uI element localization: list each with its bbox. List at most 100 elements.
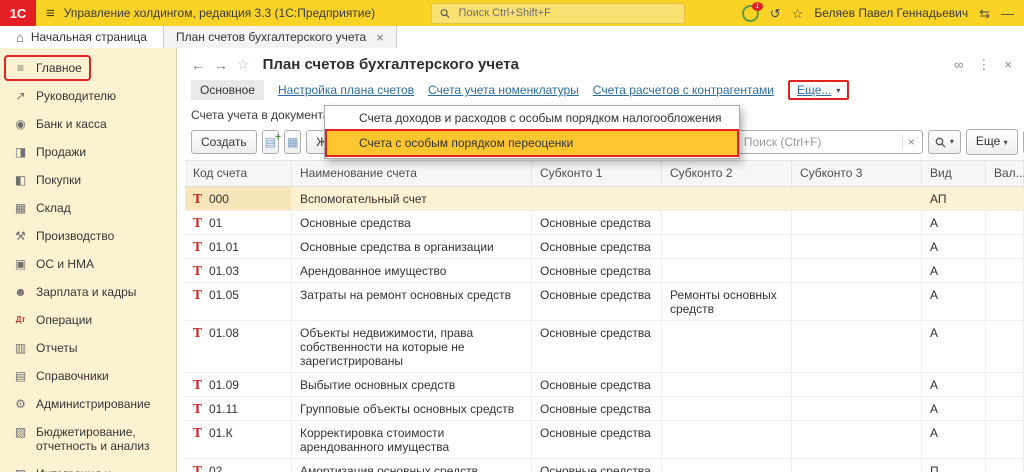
search-options-button[interactable]: ▾ bbox=[928, 130, 961, 154]
global-search[interactable] bbox=[431, 3, 685, 24]
table-row[interactable]: Т01.09Выбытие основных средствОсновные с… bbox=[185, 373, 1024, 397]
more-button[interactable]: Еще ▾ bbox=[966, 129, 1018, 155]
hamburger-menu-icon[interactable]: ≡ bbox=[46, 6, 55, 21]
account-icon: Т bbox=[193, 326, 202, 340]
account-icon: Т bbox=[193, 264, 202, 278]
dropdown-item[interactable]: Счета доходов и расходов с особым порядк… bbox=[325, 107, 739, 129]
favorites-star-icon[interactable]: ☆ bbox=[792, 7, 804, 20]
table-search-input[interactable] bbox=[742, 134, 902, 150]
column-header[interactable]: Наименование счета bbox=[292, 161, 532, 187]
sidebar-item-production[interactable]: ⚒Производство bbox=[0, 222, 176, 250]
cell-currency bbox=[986, 373, 1024, 397]
sidebar-item-purchases[interactable]: ◧Покупки bbox=[0, 166, 176, 194]
tab-label: План счетов бухгалтерского учета bbox=[176, 30, 366, 44]
cell-kind: А bbox=[922, 259, 986, 283]
sidebar-item-salary-hr[interactable]: ☻Зарплата и кадры bbox=[0, 278, 176, 306]
create-group-button[interactable]: ▤+ bbox=[262, 130, 279, 154]
sidebar-item-manager[interactable]: ↗Руководителю bbox=[0, 82, 176, 110]
dropdown-item[interactable]: Счета с особым порядком переоценки bbox=[325, 129, 739, 157]
account-icon: Т bbox=[193, 464, 202, 472]
column-header[interactable]: Вид bbox=[922, 161, 986, 187]
minimize-icon[interactable]: — bbox=[1001, 7, 1014, 20]
form-navigation: Основное Настройка плана счетов Счета уче… bbox=[177, 78, 1024, 105]
cell-currency bbox=[986, 397, 1024, 421]
chevron-down-icon: ▾ bbox=[836, 86, 840, 95]
fixed-assets-icon: ▣ bbox=[13, 257, 28, 271]
cell-subconto2 bbox=[662, 235, 792, 259]
sidebar-item-inner: ⚙Администрирование bbox=[4, 391, 159, 417]
search-icon bbox=[935, 137, 946, 148]
clear-search-icon[interactable]: × bbox=[902, 135, 920, 149]
cell-code: Т01.01 bbox=[185, 235, 292, 259]
user-name[interactable]: Беляев Павел Геннадьевич bbox=[814, 6, 968, 20]
table-row[interactable]: Т01Основные средстваОсновные средстваА bbox=[185, 211, 1024, 235]
home-tab[interactable]: ⌂ Начальная страница bbox=[0, 26, 163, 48]
sidebar-item-catalogs[interactable]: ▤Справочники bbox=[0, 362, 176, 390]
sidebar-item-inner: ▦Склад bbox=[4, 195, 80, 221]
sidebar-item-sales[interactable]: ◨Продажи bbox=[0, 138, 176, 166]
cell-name: Групповые объекты основных средств bbox=[292, 397, 532, 421]
sidebar-item-integration[interactable]: ▨Интеграция и bbox=[0, 460, 176, 472]
sidebar-item-budgeting[interactable]: ▧Бюджетирование, отчетность и анализ bbox=[0, 418, 176, 460]
copy-button[interactable]: ▦ bbox=[284, 130, 301, 154]
sidebar-item-warehouse[interactable]: ▦Склад bbox=[0, 194, 176, 222]
accounts-in-documents-link[interactable]: Счета учета в документах bbox=[191, 108, 336, 122]
get-link-icon[interactable]: ∞ bbox=[954, 57, 963, 72]
column-header[interactable]: Субконто 2 bbox=[662, 161, 792, 187]
column-header[interactable]: Код счета bbox=[185, 161, 292, 187]
cell-kind: АП bbox=[922, 187, 986, 211]
cell-subconto1: Основные средства bbox=[532, 211, 662, 235]
table-row[interactable]: Т01.05Затраты на ремонт основных средств… bbox=[185, 283, 1024, 321]
close-form-icon[interactable]: × bbox=[1004, 57, 1012, 72]
table-row[interactable]: Т01.03Арендованное имуществоОсновные сре… bbox=[185, 259, 1024, 283]
cell-kind: А bbox=[922, 235, 986, 259]
cell-name: Основные средства bbox=[292, 211, 532, 235]
more-menu-icon[interactable]: ⋮ bbox=[977, 57, 990, 73]
column-header[interactable]: Вал... bbox=[986, 161, 1024, 187]
table-row[interactable]: Т01.ККорректировка стоимости арендованно… bbox=[185, 421, 1024, 459]
tab-osnovnoe[interactable]: Основное bbox=[191, 80, 264, 100]
cell-currency bbox=[986, 211, 1024, 235]
table-row[interactable]: Т02Амортизация основных средствОсновные … bbox=[185, 459, 1024, 472]
column-header[interactable]: Субконто 3 bbox=[792, 161, 922, 187]
cell-name: Арендованное имущество bbox=[292, 259, 532, 283]
sidebar-item-fixed-assets[interactable]: ▣ОС и НМА bbox=[0, 250, 176, 278]
tab-close-icon[interactable]: × bbox=[376, 30, 384, 45]
nav-link[interactable]: Счета учета номенклатуры bbox=[428, 83, 579, 97]
table-row[interactable]: Т000Вспомогательный счетАП bbox=[185, 187, 1024, 211]
table-row[interactable]: Т01.08Объекты недвижимости, права собств… bbox=[185, 321, 1024, 373]
notifications-icon[interactable]: 1 bbox=[742, 5, 759, 22]
sidebar-item-label: Продажи bbox=[36, 145, 86, 159]
sidebar-item-operations[interactable]: ДтОперации bbox=[0, 306, 176, 334]
sidebar-item-administration[interactable]: ⚙Администрирование bbox=[0, 390, 176, 418]
service-menu-icon[interactable]: ⇆ bbox=[979, 7, 990, 20]
forward-button[interactable]: → bbox=[214, 57, 228, 73]
cell-subconto1: Основные средства bbox=[532, 235, 662, 259]
column-header[interactable]: Субконто 1 bbox=[532, 161, 662, 187]
sidebar-item-label: Интеграция и bbox=[36, 467, 111, 472]
history-icon[interactable]: ↺ bbox=[770, 7, 781, 20]
cell-currency bbox=[986, 187, 1024, 211]
favorite-star-icon[interactable]: ☆ bbox=[237, 56, 250, 73]
sidebar-item-inner: ◨Продажи bbox=[4, 139, 95, 165]
sidebar-item-reports[interactable]: ▥Отчеты bbox=[0, 334, 176, 362]
cell-name: Объекты недвижимости, права собственност… bbox=[292, 321, 532, 373]
tab-chart-of-accounts[interactable]: План счетов бухгалтерского учета × bbox=[163, 26, 397, 48]
cell-code: Т01.11 bbox=[185, 397, 292, 421]
more-link[interactable]: Еще... ▾ bbox=[788, 80, 849, 100]
table-row[interactable]: Т01.01Основные средства в организацииОсн… bbox=[185, 235, 1024, 259]
table-search[interactable]: × bbox=[733, 130, 923, 154]
sidebar-item-bank-cash[interactable]: ◉Банк и касса bbox=[0, 110, 176, 138]
sidebar-item-label: Операции bbox=[36, 313, 92, 327]
cell-currency bbox=[986, 283, 1024, 321]
global-search-input[interactable] bbox=[457, 6, 677, 20]
back-button[interactable]: ← bbox=[191, 57, 205, 73]
nav-link[interactable]: Настройка плана счетов bbox=[278, 83, 414, 97]
cell-name: Вспомогательный счет bbox=[292, 187, 532, 211]
cell-code: Т01.К bbox=[185, 421, 292, 459]
sidebar-item-main-section[interactable]: ≡Главное bbox=[0, 54, 176, 82]
create-button[interactable]: Создать bbox=[191, 130, 257, 154]
table-row[interactable]: Т01.11Групповые объекты основных средств… bbox=[185, 397, 1024, 421]
page-title: План счетов бухгалтерского учета bbox=[263, 56, 519, 73]
nav-link[interactable]: Счета расчетов с контрагентами bbox=[593, 83, 774, 97]
